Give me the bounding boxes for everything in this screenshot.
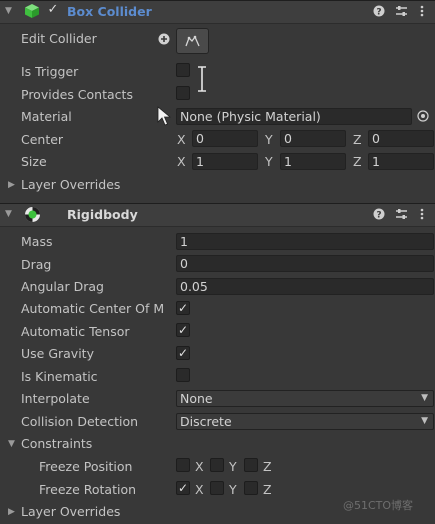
freeze-rotation-y-checkbox[interactable] <box>210 481 224 495</box>
center-label: Center <box>21 132 64 147</box>
center-y-field[interactable]: 0 <box>280 130 346 147</box>
interpolate-dropdown[interactable]: None ▼ <box>176 390 434 407</box>
presets-icon[interactable] <box>395 5 408 20</box>
center-z-axis-label[interactable]: Z <box>353 132 362 147</box>
rigidbody-header[interactable]: ▼ Rigidbody ? <box>0 203 435 227</box>
provides-contacts-checkbox[interactable] <box>176 86 190 100</box>
auto-center-checkbox[interactable]: ✓ <box>176 301 190 315</box>
size-z-field[interactable]: 1 <box>368 153 434 170</box>
freeze-position-y-checkbox[interactable] <box>210 458 224 472</box>
size-z-axis-label[interactable]: Z <box>353 154 362 169</box>
center-x-axis-label[interactable]: X <box>177 132 186 147</box>
center-x-field[interactable]: 0 <box>192 130 258 147</box>
svg-text:?: ? <box>376 211 381 221</box>
auto-tensor-label: Automatic Tensor <box>21 324 130 339</box>
more-menu-icon[interactable] <box>420 208 424 223</box>
watermark: @51CTO博客 <box>343 499 414 512</box>
collision-detection-value: Discrete <box>180 414 232 429</box>
angular-drag-value: 0.05 <box>180 279 208 294</box>
center-y-value: 0 <box>284 131 292 146</box>
edit-collider-icon <box>185 35 200 47</box>
material-field[interactable]: None (Physic Material) <box>176 108 412 125</box>
size-y-value: 1 <box>284 154 292 169</box>
edit-collider-label: Edit Collider <box>21 31 97 46</box>
provides-contacts-label: Provides Contacts <box>21 87 133 102</box>
size-x-field[interactable]: 1 <box>192 153 258 170</box>
use-gravity-checkbox[interactable]: ✓ <box>176 346 190 360</box>
size-label: Size <box>21 154 47 169</box>
freeze-rotation-x-label: X <box>195 482 204 497</box>
dropdown-arrow-icon: ▼ <box>421 416 428 426</box>
mass-value: 1 <box>180 234 188 249</box>
drag-value: 0 <box>180 256 188 271</box>
is-kinematic-checkbox[interactable] <box>176 368 190 382</box>
size-y-axis-label[interactable]: Y <box>265 154 273 169</box>
use-gravity-label: Use Gravity <box>21 346 94 361</box>
freeze-position-z-checkbox[interactable] <box>244 458 258 472</box>
cube-icon <box>24 3 40 22</box>
auto-center-label: Automatic Center Of M <box>21 301 165 316</box>
box-collider-header[interactable]: ▼ ✓ Box Collider ? <box>0 0 435 24</box>
rigidbody-icon <box>24 206 41 226</box>
help-icon[interactable]: ? <box>373 5 385 20</box>
freeze-position-y-label: Y <box>229 459 237 474</box>
is-trigger-label: Is Trigger <box>21 64 79 79</box>
component-title: Rigidbody <box>67 207 138 222</box>
size-x-axis-label[interactable]: X <box>177 154 186 169</box>
freeze-rotation-z-checkbox[interactable] <box>244 481 258 495</box>
presets-icon[interactable] <box>395 208 408 223</box>
material-label: Material <box>21 109 72 124</box>
text-cursor-icon <box>195 66 209 95</box>
center-z-value: 0 <box>372 131 380 146</box>
component-title: Box Collider <box>67 4 152 19</box>
fold-arrow-icon[interactable]: ▼ <box>8 439 15 449</box>
component-enabled-checkbox[interactable]: ✓ <box>46 3 60 18</box>
freeze-rotation-label: Freeze Rotation <box>39 482 137 497</box>
interpolate-value: None <box>180 391 213 406</box>
edit-collider-button[interactable] <box>176 28 209 54</box>
freeze-rotation-y-label: Y <box>229 482 237 497</box>
angular-drag-field[interactable]: 0.05 <box>176 278 434 295</box>
freeze-rotation-x-checkbox[interactable]: ✓ <box>176 481 190 495</box>
collision-detection-label: Collision Detection <box>21 414 139 429</box>
fold-arrow-icon[interactable]: ▶ <box>8 180 15 190</box>
auto-tensor-checkbox[interactable]: ✓ <box>176 323 190 337</box>
svg-text:?: ? <box>376 8 381 18</box>
freeze-position-x-label: X <box>195 459 204 474</box>
collision-detection-dropdown[interactable]: Discrete ▼ <box>176 413 434 430</box>
layer-overrides-foldout[interactable]: Layer Overrides <box>21 504 120 519</box>
mass-label: Mass <box>21 234 53 249</box>
object-picker-icon[interactable] <box>417 110 429 125</box>
fold-arrow-icon[interactable]: ▼ <box>5 209 12 219</box>
material-value: None (Physic Material) <box>180 109 321 124</box>
is-trigger-checkbox[interactable] <box>176 63 190 77</box>
freeze-rotation-z-label: Z <box>263 482 272 497</box>
is-kinematic-label: Is Kinematic <box>21 369 98 384</box>
help-icon[interactable]: ? <box>373 208 385 223</box>
mouse-pointer-icon <box>157 106 172 129</box>
more-menu-icon[interactable] <box>420 5 424 20</box>
center-x-value: 0 <box>196 131 204 146</box>
size-x-value: 1 <box>196 154 204 169</box>
center-z-field[interactable]: 0 <box>368 130 434 147</box>
drag-field[interactable]: 0 <box>176 255 434 272</box>
size-z-value: 1 <box>372 154 380 169</box>
freeze-position-x-checkbox[interactable] <box>176 458 190 472</box>
angular-drag-label: Angular Drag <box>21 279 104 294</box>
fold-arrow-icon[interactable]: ▼ <box>5 6 12 16</box>
constraints-foldout[interactable]: Constraints <box>21 436 92 451</box>
freeze-position-z-label: Z <box>263 459 272 474</box>
drag-label: Drag <box>21 257 52 272</box>
dropdown-arrow-icon: ▼ <box>421 393 428 403</box>
layer-overrides-foldout[interactable]: Layer Overrides <box>21 177 120 192</box>
mass-field[interactable]: 1 <box>176 233 434 250</box>
plus-icon[interactable] <box>158 33 170 48</box>
interpolate-label: Interpolate <box>21 391 90 406</box>
size-y-field[interactable]: 1 <box>280 153 346 170</box>
fold-arrow-icon[interactable]: ▶ <box>8 507 15 517</box>
center-y-axis-label[interactable]: Y <box>265 132 273 147</box>
freeze-position-label: Freeze Position <box>39 459 133 474</box>
